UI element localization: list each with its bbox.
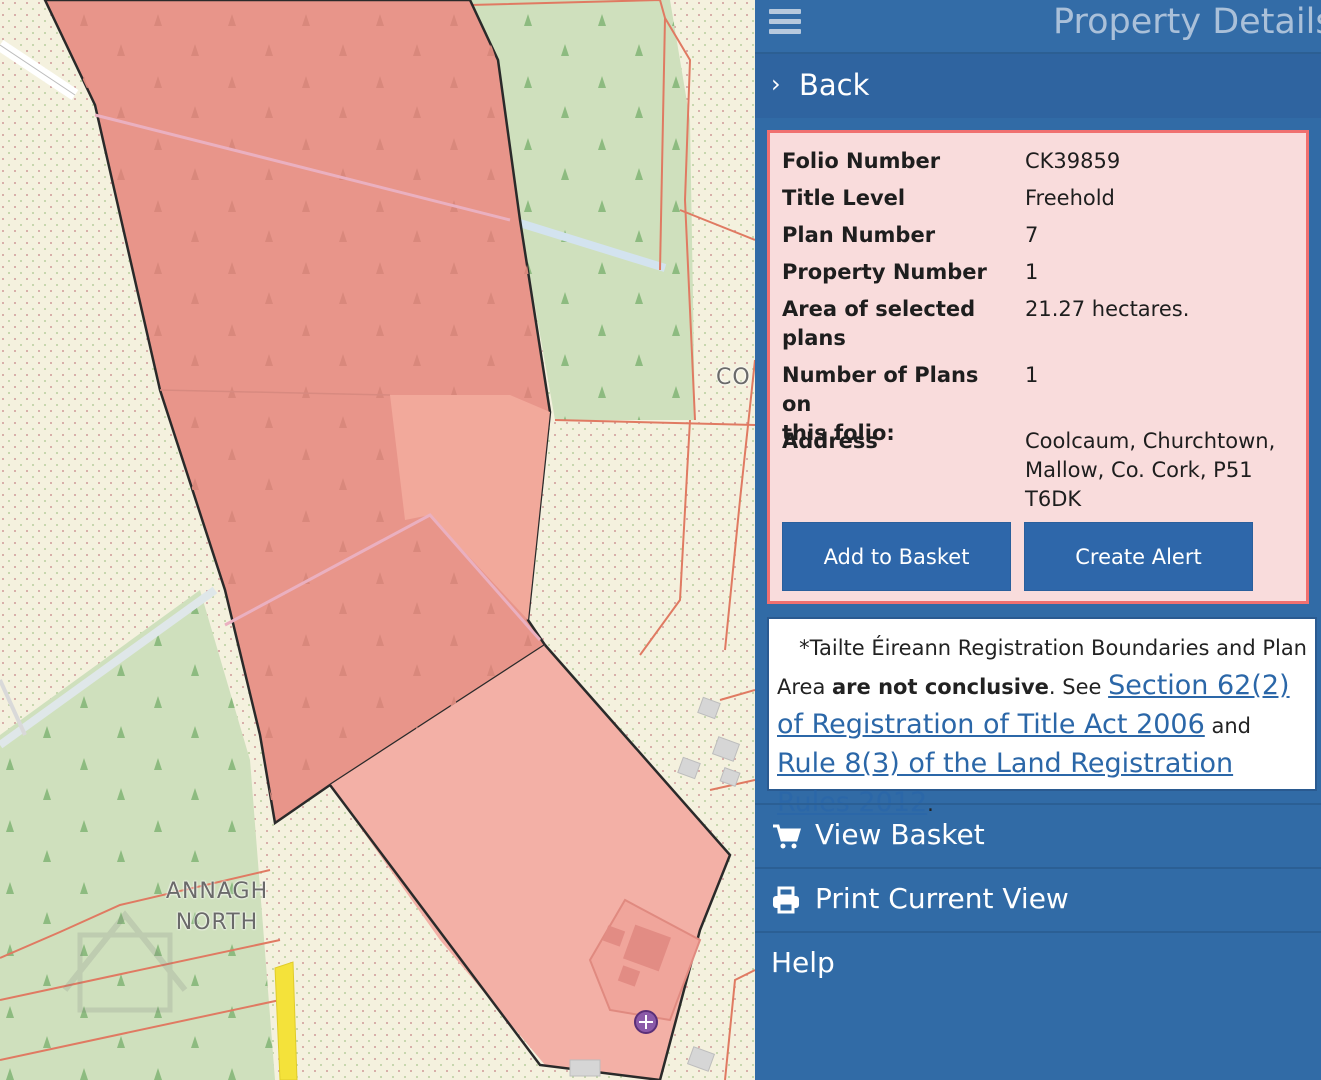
print-current-view-menu-item[interactable]: Print Current View [755,867,1321,931]
create-alert-button[interactable]: Create Alert [1024,522,1253,591]
address-value: Coolcaum, Churchtown, Mallow, Co. Cork, … [1025,429,1276,511]
map-label-coolcaum: CO [716,365,751,390]
number-of-plans-value: 1 [1025,363,1039,387]
hamburger-menu-icon[interactable] [769,9,801,37]
help-menu-item[interactable]: Help [755,931,1321,995]
back-button[interactable]: › Back [755,54,1321,118]
print-current-view-label: Print Current View [815,882,1069,915]
title-level-value: Freehold [1025,186,1115,210]
property-details-panel: Property Details › Back Folio Number CK3… [755,0,1321,1080]
chevron-right-icon: › [771,70,781,98]
help-label: Help [771,946,835,979]
plan-number-label: Plan Number [782,223,936,247]
panel-header: Property Details [755,0,1321,54]
title-level-label: Title Level [782,186,906,210]
boundary-disclaimer: *Tailte Éireann Registration Boundaries … [767,617,1317,818]
address-label: Address [782,429,878,453]
map-label-annagh-north: ANNAGH NORTH [165,879,269,935]
area-label: Area of selected plans [782,297,976,350]
property-number-value: 1 [1025,260,1039,284]
plan-number-value: 7 [1025,223,1039,247]
disclaimer-line-1: *Tailte Éireann Registration Boundaries … [799,636,1307,660]
map-canvas[interactable] [0,0,755,1080]
disclaimer-emphasis: are not conclusive [832,675,1049,699]
folio-number-value: CK39859 [1025,149,1121,173]
view-basket-menu-item[interactable]: View Basket [755,803,1321,867]
property-details-card: Folio Number CK39859 Title Level Freehol… [767,130,1309,604]
printer-icon [773,886,799,914]
cart-icon [773,824,801,849]
property-number-label: Property Number [782,260,987,284]
area-value: 21.27 hectares. [1025,297,1190,321]
view-basket-label: View Basket [815,818,985,851]
map-view[interactable]: CO ANNAGH NORTH [0,0,755,1080]
add-to-basket-button[interactable]: Add to Basket [782,522,1011,591]
panel-title: Property Details [1053,2,1321,42]
folio-number-label: Folio Number [782,149,941,173]
location-marker-icon [634,1010,658,1034]
back-label: Back [799,68,870,102]
